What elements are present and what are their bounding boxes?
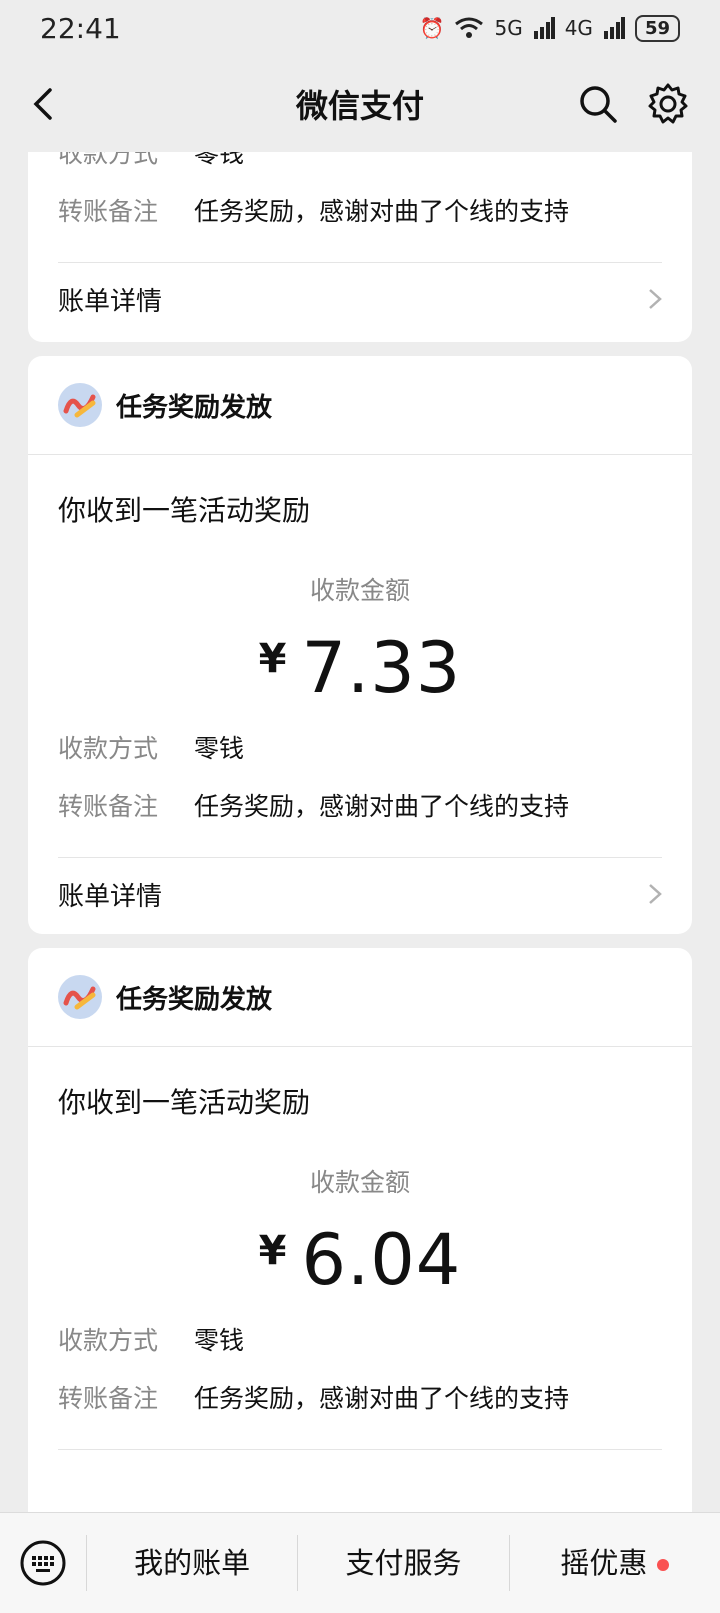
payment-card: 任务奖励发放 你收到一笔活动奖励 收款金额 ¥6.04 收款方式 零钱 转账备注… — [28, 948, 692, 1512]
card-header: 任务奖励发放 — [28, 948, 692, 1047]
card-header: 任务奖励发放 — [28, 356, 692, 455]
network-5g-label: 5G — [494, 16, 523, 40]
back-icon[interactable] — [26, 84, 66, 124]
battery-icon: 59 — [634, 14, 680, 42]
search-icon[interactable] — [578, 84, 618, 124]
bottom-menu-bar: 我的账单 支付服务 摇优惠 — [0, 1512, 720, 1613]
payment-card: 任务奖励发放 你收到一笔活动奖励 收款金额 ¥7.33 收款方式 零钱 转账备注… — [28, 356, 692, 934]
menu-shake-deals[interactable]: 摇优惠 — [508, 1535, 720, 1591]
status-icons: ⏰ 5G 4G 59 — [419, 14, 680, 42]
amount-number: 7.33 — [301, 627, 462, 709]
payment-method-row: 收款方式 零钱 — [58, 152, 245, 168]
chevron-right-icon — [649, 289, 662, 309]
payment-card: 收款方式 零钱 转账备注 任务奖励，感谢对曲了个线的支持 账单详情 — [28, 152, 692, 342]
amount-value: ¥7.33 — [58, 627, 662, 709]
amount-number: 6.04 — [301, 1219, 462, 1301]
notification-dot — [657, 1559, 670, 1571]
currency-symbol: ¥ — [258, 1228, 288, 1274]
menu-payment-services[interactable]: 支付服务 — [297, 1535, 508, 1591]
card-app-name: 任务奖励发放 — [116, 984, 273, 1015]
wifi-icon — [455, 17, 484, 38]
chevron-right-icon — [649, 884, 662, 904]
signal-icon — [603, 17, 625, 39]
message-list[interactable]: 收款方式 零钱 转账备注 任务奖励，感谢对曲了个线的支持 账单详情 任务奖励发放… — [0, 152, 720, 1512]
transfer-note-row: 转账备注 任务奖励，感谢对曲了个线的支持 — [58, 792, 570, 821]
bill-detail-link[interactable]: 账单详情 — [58, 857, 662, 930]
card-divider — [58, 1449, 662, 1512]
card-app-name: 任务奖励发放 — [116, 392, 273, 423]
card-subject: 你收到一笔活动奖励 — [58, 1086, 311, 1119]
app-logo-icon — [58, 975, 102, 1019]
status-time: 22:41 — [40, 11, 121, 45]
network-4g-label: 4G — [564, 16, 593, 40]
nav-bar: 微信支付 — [0, 56, 720, 152]
status-bar: 22:41 ⏰ 5G 4G 59 — [0, 0, 720, 56]
payment-method-row: 收款方式 零钱 — [58, 734, 245, 763]
amount-value: ¥6.04 — [58, 1219, 662, 1301]
page-title: 微信支付 — [295, 87, 424, 125]
transfer-note-row: 转账备注 任务奖励，感谢对曲了个线的支持 — [58, 197, 570, 226]
transfer-note-row: 转账备注 任务奖励，感谢对曲了个线的支持 — [58, 1384, 570, 1413]
card-subject: 你收到一笔活动奖励 — [58, 494, 311, 527]
amount-label: 收款金额 — [309, 576, 410, 605]
amount-label: 收款金额 — [309, 1168, 410, 1197]
keyboard-icon — [20, 1540, 66, 1586]
signal-icon — [533, 17, 555, 39]
menu-my-bills[interactable]: 我的账单 — [86, 1535, 297, 1591]
keyboard-toggle-button[interactable] — [0, 1513, 86, 1613]
alarm-icon: ⏰ — [419, 16, 445, 40]
app-logo-icon — [58, 383, 102, 427]
currency-symbol: ¥ — [258, 636, 288, 682]
bill-detail-link[interactable]: 账单详情 — [58, 262, 662, 335]
menu-shake-deals-label: 摇优惠 — [560, 1546, 648, 1580]
payment-method-row: 收款方式 零钱 — [58, 1326, 245, 1355]
gear-icon[interactable] — [646, 82, 690, 126]
